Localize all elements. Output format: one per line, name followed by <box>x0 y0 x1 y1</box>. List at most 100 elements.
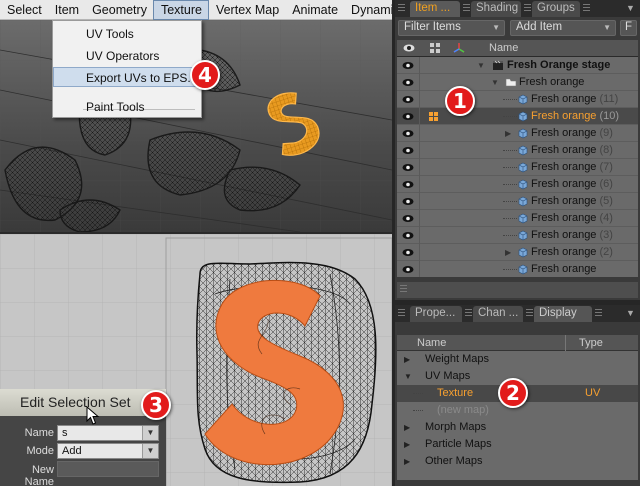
menu-texture[interactable]: Texture <box>152 0 209 20</box>
vmap-row-weight-maps[interactable]: ▶ Weight Maps <box>397 351 638 368</box>
tab-channels[interactable]: Chan ... <box>473 306 523 322</box>
eye-icon[interactable] <box>402 213 414 224</box>
tree-row-mesh[interactable]: Fresh orange (3) <box>397 227 638 244</box>
filter-items-label: Filter Items <box>404 21 461 33</box>
tree-row-mesh[interactable]: Fresh orange (5) <box>397 193 638 210</box>
tree-row-mesh-selected[interactable]: Fresh orange (10) <box>397 108 638 125</box>
panel-menu-arrow-icon[interactable]: ▼ <box>626 308 635 318</box>
eye-icon[interactable] <box>402 111 414 122</box>
grip-icon[interactable] <box>465 309 472 318</box>
callout-3: 3 <box>141 390 171 420</box>
eye-icon[interactable] <box>402 162 414 173</box>
tree-row-mesh[interactable]: ▶ Fresh orange (9) <box>397 125 638 142</box>
tab-display[interactable]: Display <box>534 306 592 322</box>
tab-shading[interactable]: Shading <box>471 1 521 17</box>
menu-uv-tools[interactable]: UV Tools <box>53 24 201 44</box>
eye-icon[interactable] <box>402 77 414 88</box>
menu-vertex-map[interactable]: Vertex Map <box>209 0 285 20</box>
expand-arrow-icon[interactable]: ▶ <box>404 440 410 449</box>
tree-label: Fresh orange (2) <box>531 246 613 258</box>
vmap-row-other-maps[interactable]: ▶ Other Maps <box>397 453 638 470</box>
eye-icon[interactable] <box>402 230 414 241</box>
tree-row-mesh[interactable]: Fresh orange (4) <box>397 210 638 227</box>
grip-icon[interactable] <box>524 4 531 13</box>
eye-icon[interactable] <box>402 60 414 71</box>
menu-animate[interactable]: Animate <box>285 0 344 20</box>
menu-geometry[interactable]: Geometry <box>85 0 153 20</box>
tree-row-group[interactable]: ▼ Fresh orange <box>397 74 638 91</box>
add-item-dropdown[interactable]: Add Item ▼ <box>510 20 616 36</box>
tree-columns <box>419 74 479 91</box>
grip-icon[interactable] <box>398 309 405 318</box>
collapse-arrow-icon[interactable]: ▶ <box>505 129 511 138</box>
expand-arrow-icon[interactable]: ▶ <box>404 355 410 364</box>
expand-arrow-icon[interactable]: ▶ <box>404 423 410 432</box>
panel-menu-arrow-icon[interactable]: ▼ <box>626 3 635 13</box>
name-field[interactable]: s ▼ <box>57 425 159 441</box>
eye-icon[interactable] <box>402 247 414 258</box>
tree-row-mesh[interactable]: ▶ Fresh orange (2) <box>397 244 638 261</box>
menu-uv-operators[interactable]: UV Operators <box>53 46 201 66</box>
grip-icon[interactable] <box>463 4 470 13</box>
mesh-cube-icon <box>518 230 528 241</box>
grip-icon[interactable] <box>526 309 533 318</box>
tree-row-mesh[interactable]: Fresh orange <box>397 261 638 277</box>
lock-icon[interactable] <box>429 42 441 54</box>
tree-row-mesh[interactable]: Fresh orange (6) <box>397 176 638 193</box>
tree-row-mesh[interactable]: Fresh orange (11) <box>397 91 638 108</box>
name-column-header[interactable]: Name <box>417 337 446 349</box>
eye-icon[interactable] <box>402 145 414 156</box>
f-button[interactable]: F <box>620 20 637 36</box>
new-name-label: New Name <box>24 464 54 486</box>
tab-items[interactable]: Item ... <box>410 1 460 17</box>
tree-columns <box>419 125 479 142</box>
tree-columns <box>419 227 479 244</box>
grip-icon[interactable] <box>398 4 405 13</box>
expand-arrow-icon[interactable]: ▼ <box>491 78 499 87</box>
tree-connector <box>503 201 517 202</box>
items-status-bar <box>397 282 638 298</box>
tab-properties[interactable]: Prope... <box>410 306 462 322</box>
name-column-header[interactable]: Name <box>489 42 518 54</box>
vmap-row-morph-maps[interactable]: ▶ Morph Maps <box>397 419 638 436</box>
tree-label: Fresh orange <box>531 263 597 275</box>
vmap-row-particle-maps[interactable]: ▶ Particle Maps <box>397 436 638 453</box>
tree-row-mesh[interactable]: Fresh orange (8) <box>397 142 638 159</box>
tree-label: Fresh orange (5) <box>531 195 613 207</box>
eye-icon[interactable] <box>402 179 414 190</box>
mode-select[interactable]: Add ▼ <box>57 443 159 459</box>
eye-icon[interactable] <box>402 94 414 105</box>
collapse-arrow-icon[interactable]: ▼ <box>404 372 412 381</box>
eye-icon[interactable] <box>402 264 414 275</box>
menu-item[interactable]: Item <box>48 0 85 20</box>
chevron-down-icon[interactable]: ▼ <box>142 426 158 440</box>
expand-arrow-icon[interactable]: ▼ <box>477 61 485 70</box>
type-column-header[interactable]: Type <box>579 337 603 349</box>
new-name-field[interactable] <box>57 461 159 477</box>
tree-columns <box>419 159 479 176</box>
tree-label: Fresh Orange stage <box>507 59 611 71</box>
grip-icon[interactable] <box>595 309 602 318</box>
eye-icon[interactable] <box>402 128 414 139</box>
vmap-label: (new map) <box>437 404 489 416</box>
menu-select[interactable]: Select <box>0 0 48 20</box>
chevron-down-icon[interactable]: ▼ <box>142 444 158 458</box>
grip-icon[interactable] <box>400 285 407 294</box>
expand-arrow-icon[interactable]: ▶ <box>404 457 410 466</box>
menu-paint-tools[interactable]: Paint Tools <box>53 97 201 117</box>
vmap-label: Texture <box>437 387 474 399</box>
filter-items-dropdown[interactable]: Filter Items ▼ <box>398 20 505 36</box>
tree-columns <box>419 261 479 277</box>
tab-groups[interactable]: Groups <box>532 1 580 17</box>
tree-columns <box>419 57 479 74</box>
collapse-arrow-icon[interactable]: ▶ <box>505 248 511 257</box>
tree-row-stage[interactable]: ▼ Fresh Orange stage <box>397 57 638 74</box>
axis-icon[interactable] <box>453 42 465 54</box>
tree-connector <box>503 99 517 100</box>
tree-row-mesh[interactable]: Fresh orange (7) <box>397 159 638 176</box>
eye-icon[interactable] <box>402 196 414 207</box>
visibility-eye-icon[interactable] <box>403 42 415 54</box>
grip-icon[interactable] <box>583 4 590 13</box>
tree-connector <box>503 150 517 151</box>
menu-export-uvs-to-eps[interactable]: Export UVs to EPS... <box>53 67 201 87</box>
